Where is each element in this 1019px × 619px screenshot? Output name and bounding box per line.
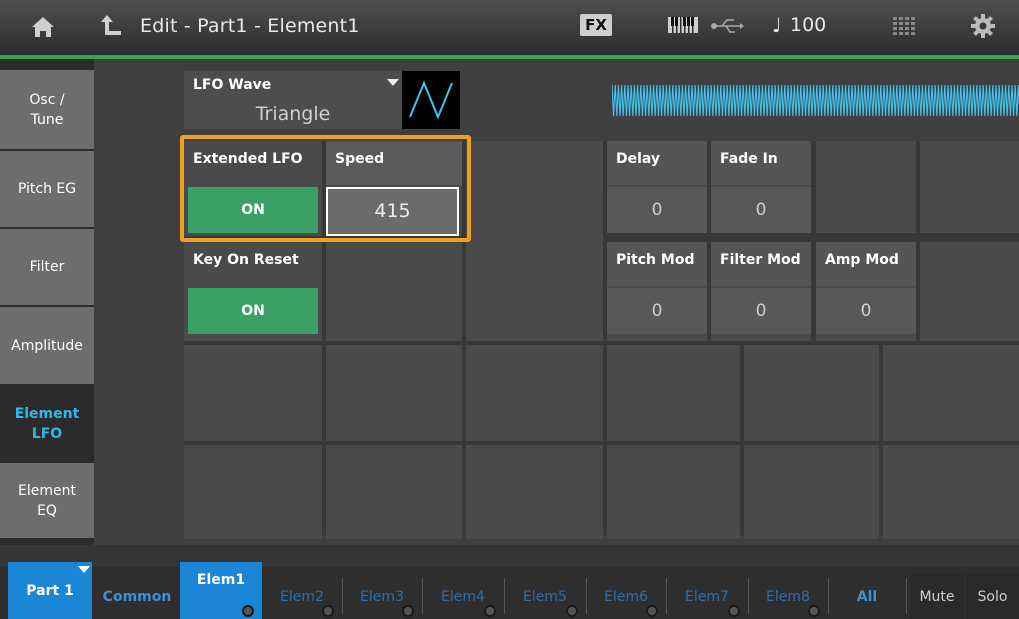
lfo-wave-label: LFO Wave [193, 77, 272, 93]
element-status-dot [728, 605, 740, 617]
gear-icon[interactable] [970, 13, 996, 39]
triangle-wave-icon [402, 71, 460, 129]
tab-divider [422, 578, 423, 614]
empty-cell [883, 345, 1019, 441]
filter-mod-value[interactable]: 0 [711, 288, 811, 334]
pitch-mod-label: Pitch Mod [607, 242, 707, 286]
sidebar-item-pitch-eg[interactable]: Pitch EG [0, 151, 94, 228]
amp-mod-value[interactable]: 0 [816, 288, 916, 334]
sidebar-item-osc-tune[interactable]: Osc / Tune [0, 70, 94, 150]
sidebar-item-element-eq[interactable]: Element EQ [0, 463, 94, 539]
empty-cell [744, 345, 879, 441]
key-on-reset-toggle[interactable]: ON [188, 288, 318, 334]
key-on-reset-param[interactable]: Key On Reset ON [184, 242, 322, 341]
tab-divider [748, 578, 749, 614]
sidebar-item-label: Pitch EG [17, 181, 77, 197]
extended-lfo-param[interactable]: Extended LFO ON [184, 141, 322, 236]
speed-label: Speed [326, 141, 462, 185]
delay-label: Delay [607, 141, 707, 185]
lfo-waveform-display [612, 73, 1019, 128]
empty-cell [326, 242, 462, 341]
tab-divider [586, 578, 587, 614]
pitch-mod-value[interactable]: 0 [607, 288, 707, 334]
empty-cell [816, 141, 916, 233]
tab-divider [342, 578, 343, 614]
empty-cell [184, 345, 322, 441]
key-on-reset-label: Key On Reset [193, 252, 299, 268]
sidebar-item-label: Osc / Tune [29, 91, 65, 128]
amp-mod-label: Amp Mod [816, 242, 916, 286]
sidebar-item-label: Filter [29, 259, 65, 275]
element-status-dot [566, 605, 578, 617]
element-status-dot [402, 605, 414, 617]
dropdown-arrow-icon [387, 79, 399, 86]
sidebar-item-label: Amplitude [11, 337, 83, 354]
empty-cell [607, 445, 740, 539]
filter-mod-param[interactable]: Filter Mod 0 [711, 242, 811, 341]
element-status-dot [242, 605, 254, 617]
delay-param[interactable]: Delay 0 [607, 141, 707, 233]
lfo-wave-selector[interactable]: LFO Wave Triangle [184, 71, 402, 129]
sidebar-item-filter[interactable]: Filter [0, 229, 94, 306]
mute-button[interactable]: Mute [910, 574, 964, 619]
solo-button[interactable]: Solo [966, 574, 1019, 619]
back-icon[interactable] [99, 13, 123, 39]
element-status-dot [808, 605, 820, 617]
empty-cell [920, 242, 1019, 341]
lfo-wave-value: Triangle [255, 103, 331, 125]
tempo-note-icon: ♩ [772, 13, 782, 37]
sidebar-item-label: Element EQ [18, 482, 76, 519]
empty-cell [466, 445, 603, 539]
tab-divider [504, 578, 505, 614]
fade-in-param[interactable]: Fade In 0 [711, 141, 811, 233]
bottom-strip [0, 545, 1019, 567]
empty-cell [607, 345, 740, 441]
empty-cell [466, 141, 603, 341]
fade-in-value[interactable]: 0 [711, 187, 811, 233]
empty-cell [184, 445, 322, 539]
tempo-value[interactable]: 100 [790, 14, 826, 36]
empty-cell [466, 345, 603, 441]
home-icon[interactable] [30, 14, 56, 40]
speed-value[interactable]: 415 [326, 187, 459, 236]
element-status-dot [322, 605, 334, 617]
tab-common[interactable]: Common [98, 574, 176, 619]
sidebar-item-element-lfo[interactable]: Element LFO [0, 386, 94, 462]
empty-cell [326, 445, 462, 539]
keyboard-icon [668, 17, 698, 33]
delay-value[interactable]: 0 [607, 187, 707, 233]
amp-mod-param[interactable]: Amp Mod 0 [816, 242, 916, 341]
empty-cell [744, 445, 879, 539]
tab-all[interactable]: All [828, 574, 906, 619]
tab-divider [666, 578, 667, 614]
sidebar-item-amplitude[interactable]: Amplitude [0, 307, 94, 385]
pitch-mod-param[interactable]: Pitch Mod 0 [607, 242, 707, 341]
extended-lfo-label: Extended LFO [193, 151, 303, 167]
title-bar: Edit - Part1 - Element1 FX ♩ 100 [0, 0, 1019, 55]
empty-cell [920, 141, 1019, 233]
element-status-dot [484, 605, 496, 617]
empty-cell [883, 445, 1019, 539]
grid-icon[interactable] [893, 17, 915, 35]
filter-mod-label: Filter Mod [711, 242, 811, 286]
extended-lfo-toggle[interactable]: ON [188, 187, 318, 233]
tab-divider [828, 578, 829, 614]
usb-icon [711, 19, 744, 33]
element-status-dot [646, 605, 658, 617]
sidebar-item-label: Element LFO [14, 405, 80, 442]
dropdown-arrow-icon [78, 566, 90, 573]
page-title: Edit - Part1 - Element1 [140, 15, 360, 37]
fade-in-label: Fade In [711, 141, 811, 185]
fx-badge[interactable]: FX [580, 14, 612, 36]
empty-cell [326, 345, 462, 441]
tab-divider [906, 578, 907, 614]
